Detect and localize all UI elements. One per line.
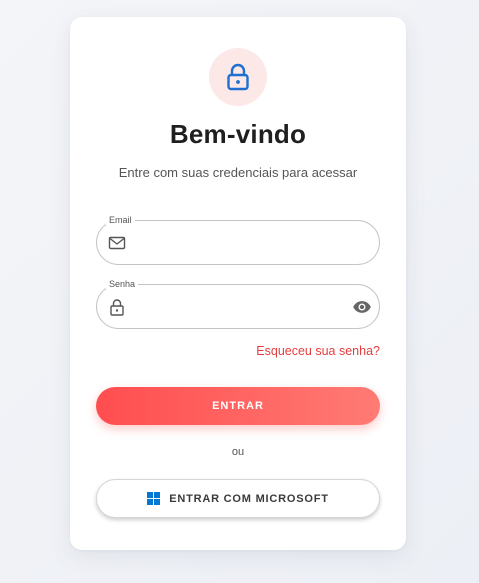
microsoft-icon [147, 492, 161, 505]
password-field[interactable]: Senha [96, 277, 380, 329]
email-field[interactable]: Email [96, 213, 380, 265]
page-title: Bem-vindo [169, 119, 307, 149]
login-card: Bem-vindo Entre com suas credenciais par… [70, 17, 406, 550]
divider-text: ou [231, 446, 245, 458]
email-label: Email [106, 213, 135, 227]
page-subtitle: Entre com suas credenciais para acessar [118, 165, 358, 180]
microsoft-login-label: ENTRAR COM MICROSOFT [169, 492, 329, 505]
microsoft-login-button[interactable]: ENTRAR COM MICROSOFT [96, 479, 380, 518]
forgot-password-link[interactable]: Esqueceu sua senha? [256, 344, 380, 358]
lock-badge [209, 48, 267, 106]
lock-icon [227, 63, 249, 91]
email-input[interactable] [133, 221, 339, 264]
password-input[interactable] [133, 285, 339, 328]
eye-icon[interactable] [352, 297, 372, 317]
login-button[interactable]: ENTRAR [96, 387, 380, 425]
lock-icon [110, 299, 124, 316]
mail-icon [108, 236, 126, 250]
